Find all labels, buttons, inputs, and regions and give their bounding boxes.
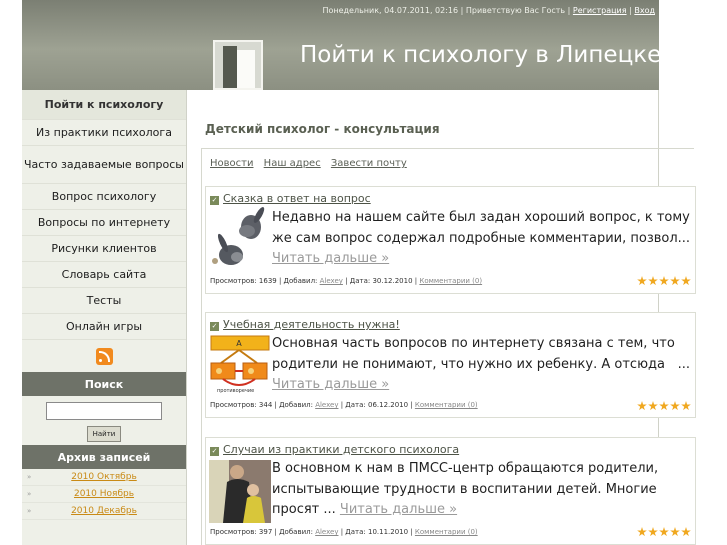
star-icon	[637, 276, 647, 286]
entry-meta: Просмотров: 344 | Добавил: Alexey | Дата…	[210, 401, 478, 409]
sidebar: Пойти к психологу Из практики психолога …	[22, 90, 187, 545]
date-greeting: Понедельник, 04.07.2011, 02:16 | Приветс…	[322, 6, 573, 15]
archive-link[interactable]: » 2010 Ноябрь	[22, 486, 186, 503]
search-button[interactable]: Найти	[87, 426, 121, 442]
entry-text: Основная часть вопросов по интернету свя…	[272, 336, 690, 392]
star-icon	[681, 401, 691, 411]
read-more-link[interactable]: Читать дальше »	[272, 251, 389, 266]
menu-item-tests[interactable]: Тесты	[22, 288, 186, 314]
entry-meta: Просмотров: 1639 | Добавил: Alexey | Дат…	[210, 277, 483, 285]
entry-title[interactable]: ✓ Случаи из практики детского психолога	[210, 443, 459, 456]
star-icon	[670, 527, 680, 537]
site-logo[interactable]	[213, 40, 263, 90]
rating-stars[interactable]	[637, 276, 691, 286]
tab-address[interactable]: Наш адрес	[264, 158, 321, 169]
rss-block	[22, 340, 186, 372]
comments-link[interactable]: Комментарии (0)	[415, 528, 478, 536]
comments-link[interactable]: Комментарии (0)	[415, 401, 478, 409]
author-link[interactable]: Alexey	[320, 277, 343, 285]
menu-item-faq[interactable]: Часто задаваемые вопросы	[22, 146, 186, 184]
entry-thumbnail[interactable]: A противоречие	[209, 333, 275, 399]
entry-text: Недавно на нашем сайте был задан хороший…	[272, 210, 690, 266]
star-icon	[681, 527, 691, 537]
archive-heading: Архив записей	[22, 445, 186, 469]
author-link[interactable]: Alexey	[315, 528, 338, 536]
rss-icon[interactable]	[95, 347, 113, 365]
menu-item-internet-questions[interactable]: Вопросы по интернету	[22, 210, 186, 236]
entry-thumbnail[interactable]	[209, 460, 271, 523]
tab-news[interactable]: Новости	[210, 158, 253, 169]
archive-link[interactable]: » 2010 Октябрь	[22, 469, 186, 486]
star-icon	[659, 527, 669, 537]
entry-title[interactable]: ✓ Учебная деятельность нужна!	[210, 318, 400, 331]
entry-meta: Просмотров: 397 | Добавил: Alexey | Дата…	[210, 528, 478, 536]
register-link[interactable]: Регистрация	[573, 6, 627, 15]
star-icon	[637, 401, 647, 411]
checkbox-icon: ✓	[210, 322, 219, 331]
site-title: Пойти к психологу в Липецке	[300, 42, 662, 68]
menu-item-online-games[interactable]: Онлайн игры	[22, 314, 186, 340]
login-link[interactable]: Вход	[634, 6, 655, 15]
search-input[interactable]	[46, 402, 162, 420]
menu-item-client-drawings[interactable]: Рисунки клиентов	[22, 236, 186, 262]
search-block: Найти	[22, 396, 186, 445]
rating-stars[interactable]	[637, 527, 691, 537]
star-icon	[670, 276, 680, 286]
entry-thumbnail[interactable]	[209, 205, 271, 273]
menu-item-glossary[interactable]: Словарь сайта	[22, 262, 186, 288]
tab-mail[interactable]: Завести почту	[331, 158, 407, 169]
svg-text:A: A	[236, 339, 242, 348]
star-icon	[648, 527, 658, 537]
search-heading: Поиск	[22, 372, 186, 396]
news-entry: ✓ Случаи из практики детского психолога В…	[205, 437, 696, 545]
news-entry: ✓ Сказка в ответ на вопрос Недавно на наш…	[205, 186, 696, 294]
entry-title[interactable]: ✓ Сказка в ответ на вопрос	[210, 192, 371, 205]
checkbox-icon: ✓	[210, 447, 219, 456]
star-icon	[648, 276, 658, 286]
archive-link[interactable]: » 2010 Декабрь	[22, 503, 186, 520]
read-more-link[interactable]: Читать дальше »	[272, 377, 389, 392]
menu-item-ask-psychologist[interactable]: Вопрос психологу	[22, 184, 186, 210]
star-icon	[637, 527, 647, 537]
author-link[interactable]: Alexey	[315, 401, 338, 409]
news-entry: ✓ Учебная деятельность нужна! A противоре…	[205, 312, 696, 418]
menu-item-practice[interactable]: Из практики психолога	[22, 120, 186, 146]
rating-stars[interactable]	[637, 401, 691, 411]
star-icon	[659, 401, 669, 411]
star-icon	[648, 401, 658, 411]
menu-item-go-to-psychologist[interactable]: Пойти к психологу	[22, 90, 186, 120]
site-header: Понедельник, 04.07.2011, 02:16 | Приветс…	[22, 0, 662, 90]
checkbox-icon: ✓	[210, 196, 219, 205]
content-tabs: Новости Наш адрес Завести почту	[210, 158, 414, 169]
comments-link[interactable]: Комментарии (0)	[419, 277, 482, 285]
read-more-link[interactable]: Читать дальше »	[340, 502, 457, 517]
star-icon	[659, 276, 669, 286]
star-icon	[681, 276, 691, 286]
page-title: Детский психолог - консультация	[205, 122, 440, 136]
star-icon	[670, 401, 680, 411]
entry-text: В основном к нам в ПМСС-центр обращаются…	[272, 461, 659, 517]
top-bar: Понедельник, 04.07.2011, 02:16 | Приветс…	[322, 6, 655, 15]
